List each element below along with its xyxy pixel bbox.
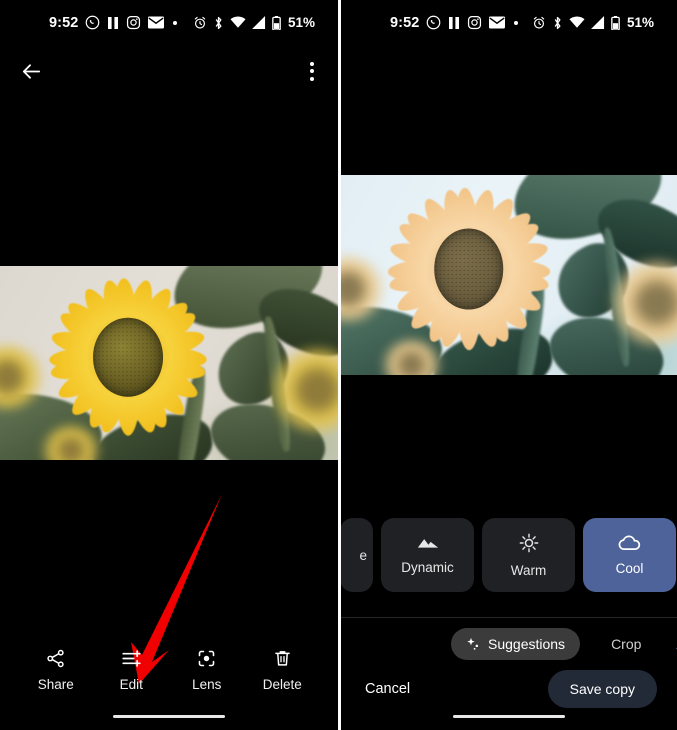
status-bar-right-left-group: 9:52 xyxy=(390,14,519,31)
home-indicator-left[interactable] xyxy=(113,714,225,718)
delete-button[interactable]: Delete xyxy=(248,648,316,692)
cancel-button[interactable]: Cancel xyxy=(361,673,414,705)
filter-chip-cool[interactable]: Cool xyxy=(583,518,676,592)
status-bar-right-group: 51% xyxy=(193,15,324,31)
sunflower-image-original xyxy=(0,266,338,460)
tab-crop[interactable]: Crop xyxy=(596,628,656,660)
left-screen-photo-viewer: 9:52 51% Share Edit Lens Delete xyxy=(0,0,338,730)
filter-label-warm: Warm xyxy=(510,562,547,578)
signal-icon xyxy=(591,16,605,29)
editor-divider xyxy=(341,617,677,618)
gmail-icon xyxy=(148,16,165,29)
trash-icon xyxy=(272,648,293,669)
photo-preview-edited[interactable] xyxy=(341,175,677,375)
whatsapp-icon xyxy=(85,15,100,30)
gmail-icon xyxy=(489,16,506,29)
sunflower-center xyxy=(433,228,504,310)
editor-footer: Cancel Save copy xyxy=(341,670,677,708)
status-time-right: 9:52 xyxy=(390,14,420,31)
instagram-icon xyxy=(126,15,141,30)
alarm-icon xyxy=(532,16,546,30)
save-copy-button[interactable]: Save copy xyxy=(547,670,657,708)
instagram-icon xyxy=(467,15,482,30)
filter-label-cool: Cool xyxy=(615,561,644,576)
photo-viewer-app-bar xyxy=(0,45,338,97)
bluetooth-icon xyxy=(552,16,563,30)
share-label: Share xyxy=(37,677,74,692)
alarm-icon xyxy=(193,16,207,30)
wifi-icon xyxy=(230,16,246,29)
mountain-icon xyxy=(417,535,439,550)
sunflower-image-cool xyxy=(341,175,677,375)
battery-icon xyxy=(611,15,620,31)
wifi-icon xyxy=(569,16,585,29)
signal-icon xyxy=(252,16,266,29)
status-bar-right-right-group: 51% xyxy=(532,15,663,31)
edit-label: Edit xyxy=(119,677,143,692)
lens-button[interactable]: Lens xyxy=(173,648,241,692)
pause-icon xyxy=(107,16,119,30)
tab-suggestions[interactable]: Suggestions xyxy=(451,628,581,660)
sunflower-center xyxy=(93,317,164,397)
filter-chip-dynamic[interactable]: Dynamic xyxy=(381,518,474,592)
share-button[interactable]: Share xyxy=(22,648,90,692)
filter-label-partial: e xyxy=(359,547,367,563)
status-bar-left: 9:52 51% xyxy=(0,0,338,45)
lens-label: Lens xyxy=(192,677,222,692)
dot-indicator xyxy=(173,20,178,25)
tab-suggestions-label: Suggestions xyxy=(488,636,566,652)
dual-screenshot-comparison: 9:52 51% Share Edit Lens Delete 9:52 51%… xyxy=(0,0,677,730)
more-options-icon[interactable] xyxy=(306,56,318,87)
sunflower-main xyxy=(48,270,208,445)
filter-chip-warm[interactable]: Warm xyxy=(482,518,575,592)
sparkle-icon xyxy=(466,637,481,652)
filter-chip-enhance[interactable]: e xyxy=(341,518,373,592)
sunflower-main xyxy=(386,179,551,359)
sun-icon xyxy=(519,533,539,553)
edit-button[interactable]: Edit xyxy=(97,648,165,692)
home-indicator-right[interactable] xyxy=(453,714,565,718)
edit-sliders-icon xyxy=(121,648,142,669)
tab-crop-label: Crop xyxy=(611,636,642,652)
status-bar-right: 9:52 51% xyxy=(341,0,677,45)
right-screen-photo-editor: 9:52 51% e Dynamic Warm Cool Suggestions… xyxy=(341,0,677,730)
cloud-icon xyxy=(618,534,642,551)
delete-label: Delete xyxy=(262,677,302,692)
dot-indicator xyxy=(514,20,519,25)
photo-original[interactable] xyxy=(0,266,338,460)
editor-tool-row[interactable]: Suggestions Crop Adj xyxy=(341,628,677,660)
bluetooth-icon xyxy=(213,16,224,30)
lens-icon xyxy=(196,648,217,669)
pause-icon xyxy=(448,16,460,30)
status-time: 9:52 xyxy=(49,14,79,31)
battery-percent-right: 51% xyxy=(626,15,654,30)
tab-adjust[interactable]: Adj xyxy=(672,628,677,660)
status-bar-left-group: 9:52 xyxy=(49,14,178,31)
photo-action-bar: Share Edit Lens Delete xyxy=(0,648,338,692)
filter-label-dynamic: Dynamic xyxy=(401,560,454,575)
battery-percent: 51% xyxy=(287,15,315,30)
filter-chip-row[interactable]: e Dynamic Warm Cool xyxy=(341,518,677,592)
whatsapp-icon xyxy=(426,15,441,30)
back-arrow-icon[interactable] xyxy=(20,60,43,83)
battery-icon xyxy=(272,15,281,31)
share-icon xyxy=(45,648,66,669)
